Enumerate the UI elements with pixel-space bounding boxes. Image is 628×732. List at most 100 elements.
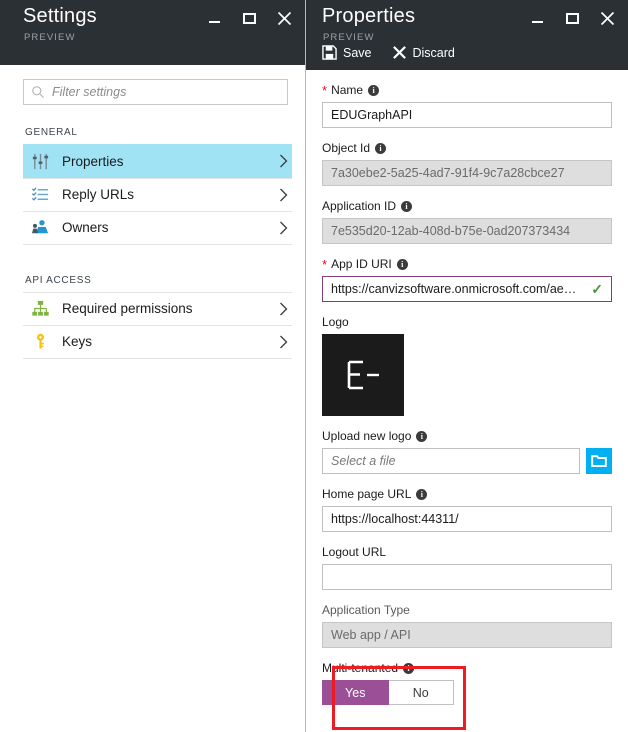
application-type-value: Web app / API xyxy=(331,628,411,642)
info-icon[interactable]: i xyxy=(368,85,380,96)
label-text: Name xyxy=(331,83,364,97)
folder-icon xyxy=(591,455,607,467)
close-button[interactable] xyxy=(596,8,618,28)
minimize-button[interactable] xyxy=(203,8,225,28)
label-text: Logo xyxy=(322,315,349,329)
object-id-input: 7a30ebe2-5a25-4ad7-91f4-9c7a28cbce27 xyxy=(322,160,612,186)
filter-settings-placeholder: Filter settings xyxy=(52,85,127,99)
logo-preview xyxy=(322,334,404,416)
info-icon[interactable]: i xyxy=(375,143,387,154)
field-multi-tenanted-label: Multi-tenanted i xyxy=(322,661,612,676)
minimize-button[interactable] xyxy=(526,8,548,28)
info-icon[interactable]: i xyxy=(396,259,408,270)
field-application-id: Application ID i 7e535d20-12ab-408d-b75e… xyxy=(322,199,612,244)
sidebar-item-label: Required permissions xyxy=(62,301,193,317)
field-home-page-url-label: Home page URL i xyxy=(322,487,612,502)
label-text: Application Type xyxy=(322,603,410,617)
info-icon[interactable]: i xyxy=(401,201,413,212)
label-text: App ID URI xyxy=(331,257,392,271)
field-app-id-uri-label: * App ID URI i xyxy=(322,257,612,272)
label-text: Home page URL xyxy=(322,487,412,501)
close-icon xyxy=(277,11,291,25)
properties-blade: Properties PREVIEW Save Discard * Name i… xyxy=(306,0,628,732)
discard-label: Discard xyxy=(412,45,455,60)
app-id-uri-input[interactable]: https://canvizsoftware.onmicrosoft.com/a… xyxy=(322,276,612,302)
sidebar-item-required-permissions[interactable]: Required permissions xyxy=(23,291,292,326)
application-id-input: 7e535d20-12ab-408d-b75e-0ad207373434 xyxy=(322,218,612,244)
field-object-id: Object Id i 7a30ebe2-5a25-4ad7-91f4-9c7a… xyxy=(322,141,612,186)
key-icon xyxy=(36,334,45,349)
close-button[interactable] xyxy=(273,8,295,28)
properties-blade-title: Properties xyxy=(322,5,416,27)
maximize-icon xyxy=(242,12,256,24)
sidebar-item-label: Owners xyxy=(62,220,109,236)
filter-settings-input[interactable]: Filter settings xyxy=(23,79,288,105)
info-icon[interactable]: i xyxy=(403,663,415,674)
chevron-right-icon xyxy=(280,188,288,202)
nav-list-general: Properties Reply URLs Owners xyxy=(23,144,292,245)
minimize-icon xyxy=(208,20,220,23)
required-asterisk: * xyxy=(322,82,328,98)
field-logo: Logo xyxy=(322,315,612,416)
sidebar-item-reply-urls[interactable]: Reply URLs xyxy=(23,177,292,212)
settings-blade-title: Settings xyxy=(23,5,97,27)
field-object-id-label: Object Id i xyxy=(322,141,612,156)
properties-toolbar: Save Discard xyxy=(322,45,455,60)
home-page-url-value: https://localhost:44311/ xyxy=(331,512,459,526)
label-text: Object Id xyxy=(322,141,371,155)
name-value: EDUGraphAPI xyxy=(331,108,413,122)
sidebar-item-keys[interactable]: Keys xyxy=(23,325,292,359)
settings-blade-header: Settings PREVIEW xyxy=(0,0,305,65)
name-input[interactable]: EDUGraphAPI xyxy=(322,102,612,128)
upload-row: Select a file xyxy=(322,448,612,474)
valid-check-icon: ✓ xyxy=(591,280,603,297)
chevron-right-icon xyxy=(280,154,288,168)
application-type-input: Web app / API xyxy=(322,622,612,648)
discard-button[interactable]: Discard xyxy=(392,45,455,60)
browse-file-button[interactable] xyxy=(586,448,612,474)
field-upload-new-logo: Upload new logo i Select a file xyxy=(322,429,612,474)
save-button[interactable]: Save xyxy=(322,45,372,60)
multi-tenanted-yes-option[interactable]: Yes xyxy=(322,680,389,705)
field-name-label: * Name i xyxy=(322,83,612,98)
properties-blade-header: Properties PREVIEW Save Discard xyxy=(306,0,628,70)
hierarchy-icon xyxy=(32,301,49,316)
maximize-button[interactable] xyxy=(238,8,260,28)
app-id-uri-value: https://canvizsoftware.onmicrosoft.com/a… xyxy=(331,282,577,296)
people-icon xyxy=(31,220,49,234)
nav-list-api-access: Required permissions Keys xyxy=(23,291,292,359)
field-app-id-uri: * App ID URI i https://canvizsoftware.on… xyxy=(322,257,612,302)
properties-form: * Name i EDUGraphAPI Object Id i 7a30ebe… xyxy=(306,70,628,705)
info-icon[interactable]: i xyxy=(416,431,428,442)
maximize-icon xyxy=(565,12,579,24)
field-logo-label: Logo xyxy=(322,315,612,330)
chevron-right-icon xyxy=(280,302,288,316)
app-logo-icon xyxy=(347,360,379,390)
sidebar-item-owners[interactable]: Owners xyxy=(23,211,292,245)
required-asterisk: * xyxy=(322,256,328,272)
discard-icon xyxy=(392,46,406,59)
upload-file-input[interactable]: Select a file xyxy=(322,448,580,474)
settings-blade-subtitle: PREVIEW xyxy=(24,32,76,43)
multi-tenanted-no-option[interactable]: No xyxy=(388,680,454,705)
sidebar-item-label: Reply URLs xyxy=(62,187,135,203)
chevron-right-icon xyxy=(280,335,288,349)
list-icon xyxy=(31,187,49,201)
chevron-right-icon xyxy=(280,221,288,235)
properties-window-controls xyxy=(526,8,618,28)
field-application-type: Application Type Web app / API xyxy=(322,603,612,648)
field-name: * Name i EDUGraphAPI xyxy=(322,83,612,128)
settings-window-controls xyxy=(203,8,295,28)
info-icon[interactable]: i xyxy=(416,489,428,500)
field-upload-new-logo-label: Upload new logo i xyxy=(322,429,612,444)
sidebar-item-properties[interactable]: Properties xyxy=(23,144,292,178)
field-application-id-label: Application ID i xyxy=(322,199,612,214)
home-page-url-input[interactable]: https://localhost:44311/ xyxy=(322,506,612,532)
field-application-type-label: Application Type xyxy=(322,603,612,618)
save-icon xyxy=(322,45,337,60)
field-home-page-url: Home page URL i https://localhost:44311/ xyxy=(322,487,612,532)
save-label: Save xyxy=(343,45,372,60)
label-text: Upload new logo xyxy=(322,429,412,443)
maximize-button[interactable] xyxy=(561,8,583,28)
logout-url-input[interactable] xyxy=(322,564,612,590)
